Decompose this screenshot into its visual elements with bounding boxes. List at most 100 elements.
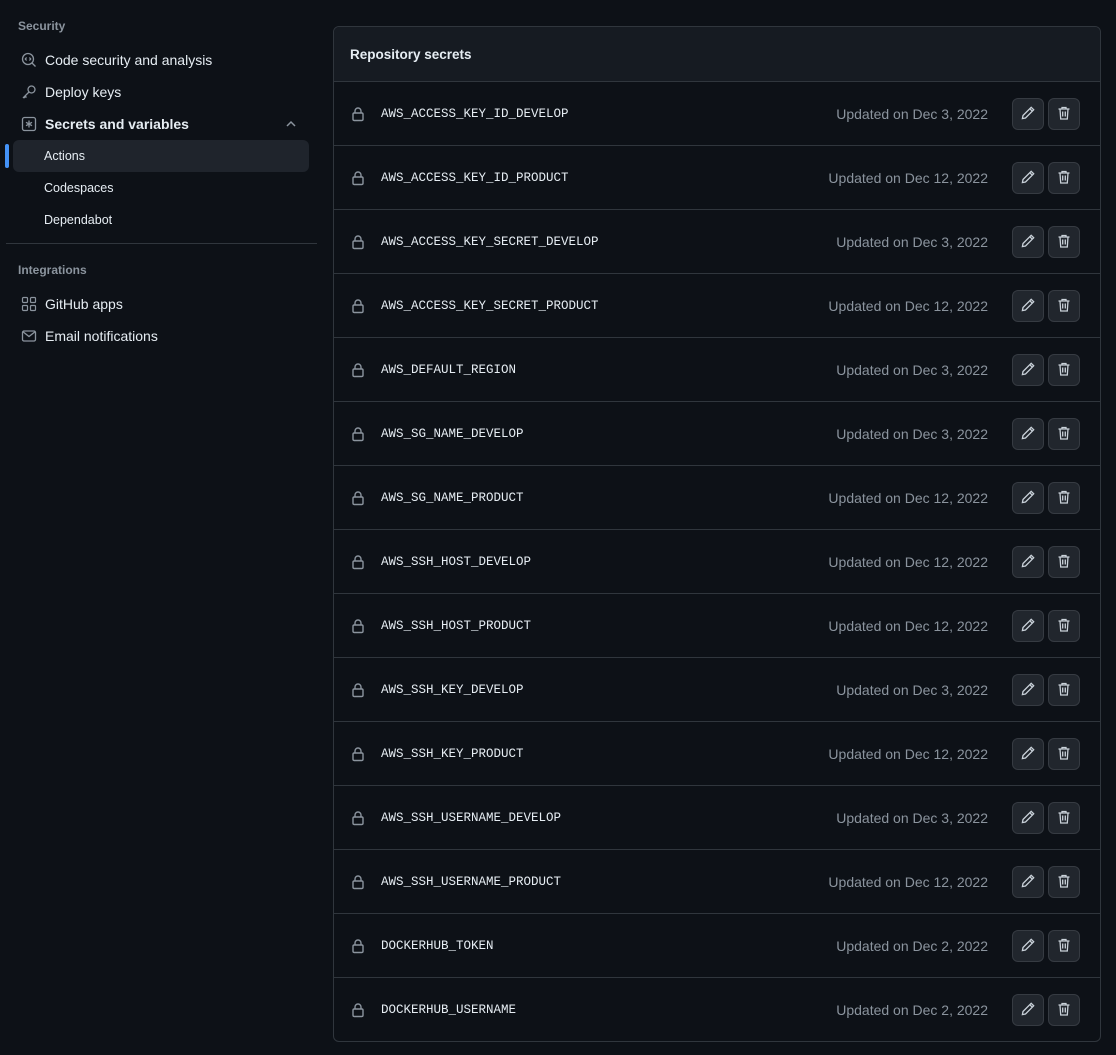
edit-secret-button[interactable]: [1012, 866, 1044, 898]
delete-secret-button[interactable]: [1048, 418, 1080, 450]
edit-secret-button[interactable]: [1012, 930, 1044, 962]
secret-updated: Updated on Dec 12, 2022: [828, 618, 988, 634]
sidebar-item-label: Email notifications: [45, 328, 158, 344]
secret-name: AWS_SSH_KEY_PRODUCT: [381, 747, 524, 761]
edit-secret-button[interactable]: [1012, 546, 1044, 578]
trash-icon: [1056, 873, 1072, 892]
trash-icon: [1056, 233, 1072, 252]
edit-secret-button[interactable]: [1012, 802, 1044, 834]
sidebar-item-deploy-keys[interactable]: Deploy keys: [13, 76, 309, 108]
pencil-icon: [1020, 105, 1036, 124]
secret-updated: Updated on Dec 2, 2022: [836, 1002, 988, 1018]
delete-secret-button[interactable]: [1048, 482, 1080, 514]
secret-row: AWS_ACCESS_KEY_SECRET_DEVELOP Updated on …: [334, 210, 1100, 274]
delete-secret-button[interactable]: [1048, 738, 1080, 770]
sidebar-subitem-dependabot[interactable]: Dependabot: [13, 204, 309, 236]
apps-icon: [21, 296, 37, 312]
sidebar-item-label: Secrets and variables: [45, 116, 189, 132]
secret-name: AWS_SSH_HOST_PRODUCT: [381, 619, 532, 633]
delete-secret-button[interactable]: [1048, 610, 1080, 642]
delete-secret-button[interactable]: [1048, 994, 1080, 1026]
sidebar-item-code-security[interactable]: Code security and analysis: [13, 44, 309, 76]
secret-name: AWS_SSH_USERNAME_PRODUCT: [381, 875, 562, 889]
secret-row: AWS_SSH_HOST_PRODUCT Updated on Dec 12, 2…: [334, 594, 1100, 658]
secrets-list: AWS_ACCESS_KEY_ID_DEVELOP Updated on Dec …: [334, 82, 1100, 1041]
pencil-icon: [1020, 745, 1036, 764]
pencil-icon: [1020, 617, 1036, 636]
lock-icon: [350, 938, 366, 954]
sidebar-item-github-apps[interactable]: GitHub apps: [13, 288, 309, 320]
delete-secret-button[interactable]: [1048, 162, 1080, 194]
secret-updated: Updated on Dec 3, 2022: [836, 234, 988, 250]
key-icon: [21, 84, 37, 100]
delete-secret-button[interactable]: [1048, 98, 1080, 130]
delete-secret-button[interactable]: [1048, 674, 1080, 706]
sidebar-item-secrets-and-variables[interactable]: Secrets and variables: [13, 108, 309, 140]
delete-secret-button[interactable]: [1048, 546, 1080, 578]
pencil-icon: [1020, 489, 1036, 508]
secret-name: AWS_SG_NAME_PRODUCT: [381, 491, 524, 505]
sidebar-subitem-actions[interactable]: Actions: [13, 140, 309, 172]
delete-secret-button[interactable]: [1048, 802, 1080, 834]
lock-icon: [350, 298, 366, 314]
secret-updated: Updated on Dec 12, 2022: [828, 874, 988, 890]
edit-secret-button[interactable]: [1012, 482, 1044, 514]
delete-secret-button[interactable]: [1048, 290, 1080, 322]
secret-row: AWS_SSH_HOST_DEVELOP Updated on Dec 12, 2…: [334, 530, 1100, 594]
codescan-icon: [21, 52, 37, 68]
sidebar-item-label: Code security and analysis: [45, 52, 213, 68]
secret-name: DOCKERHUB_TOKEN: [381, 939, 494, 953]
repository-secrets-panel: Repository secrets AWS_ACCESS_KEY_ID_DEV…: [333, 26, 1101, 1042]
secret-updated: Updated on Dec 12, 2022: [828, 746, 988, 762]
pencil-icon: [1020, 361, 1036, 380]
active-indicator: [5, 144, 9, 168]
trash-icon: [1056, 425, 1072, 444]
secret-name: AWS_ACCESS_KEY_SECRET_PRODUCT: [381, 299, 599, 313]
edit-secret-button[interactable]: [1012, 418, 1044, 450]
delete-secret-button[interactable]: [1048, 866, 1080, 898]
pencil-icon: [1020, 297, 1036, 316]
secret-updated: Updated on Dec 12, 2022: [828, 490, 988, 506]
sidebar-subitem-label: Dependabot: [44, 213, 113, 227]
secret-row: AWS_SG_NAME_DEVELOP Updated on Dec 3, 202…: [334, 402, 1100, 466]
lock-icon: [350, 682, 366, 698]
chevron-up-icon[interactable]: [283, 116, 299, 132]
edit-secret-button[interactable]: [1012, 290, 1044, 322]
edit-secret-button[interactable]: [1012, 738, 1044, 770]
edit-secret-button[interactable]: [1012, 674, 1044, 706]
secret-row: AWS_SSH_KEY_DEVELOP Updated on Dec 3, 202…: [334, 658, 1100, 722]
delete-secret-button[interactable]: [1048, 354, 1080, 386]
pencil-icon: [1020, 937, 1036, 956]
secret-row: DOCKERHUB_USERNAME Updated on Dec 2, 2022: [334, 978, 1100, 1041]
pencil-icon: [1020, 809, 1036, 828]
secret-name: AWS_SSH_KEY_DEVELOP: [381, 683, 524, 697]
sidebar-item-email-notifications[interactable]: Email notifications: [13, 320, 309, 352]
edit-secret-button[interactable]: [1012, 98, 1044, 130]
edit-secret-button[interactable]: [1012, 994, 1044, 1026]
edit-secret-button[interactable]: [1012, 354, 1044, 386]
secret-row: AWS_ACCESS_KEY_SECRET_PRODUCT Updated on …: [334, 274, 1100, 338]
trash-icon: [1056, 553, 1072, 572]
lock-icon: [350, 554, 366, 570]
lock-icon: [350, 746, 366, 762]
security-heading: Security: [18, 19, 66, 33]
secret-row: DOCKERHUB_TOKEN Updated on Dec 2, 2022: [334, 914, 1100, 978]
secret-updated: Updated on Dec 12, 2022: [828, 298, 988, 314]
edit-secret-button[interactable]: [1012, 610, 1044, 642]
edit-secret-button[interactable]: [1012, 162, 1044, 194]
pencil-icon: [1020, 873, 1036, 892]
trash-icon: [1056, 1001, 1072, 1020]
delete-secret-button[interactable]: [1048, 930, 1080, 962]
secret-updated: Updated on Dec 3, 2022: [836, 362, 988, 378]
panel-title: Repository secrets: [334, 27, 1100, 82]
sidebar-subitem-label: Actions: [44, 149, 85, 163]
delete-secret-button[interactable]: [1048, 226, 1080, 258]
asterisk-square-icon: [21, 116, 37, 132]
trash-icon: [1056, 105, 1072, 124]
trash-icon: [1056, 937, 1072, 956]
edit-secret-button[interactable]: [1012, 226, 1044, 258]
pencil-icon: [1020, 1001, 1036, 1020]
secret-name: AWS_ACCESS_KEY_ID_DEVELOP: [381, 107, 569, 121]
sidebar-subitem-codespaces[interactable]: Codespaces: [13, 172, 309, 204]
secret-updated: Updated on Dec 2, 2022: [836, 938, 988, 954]
